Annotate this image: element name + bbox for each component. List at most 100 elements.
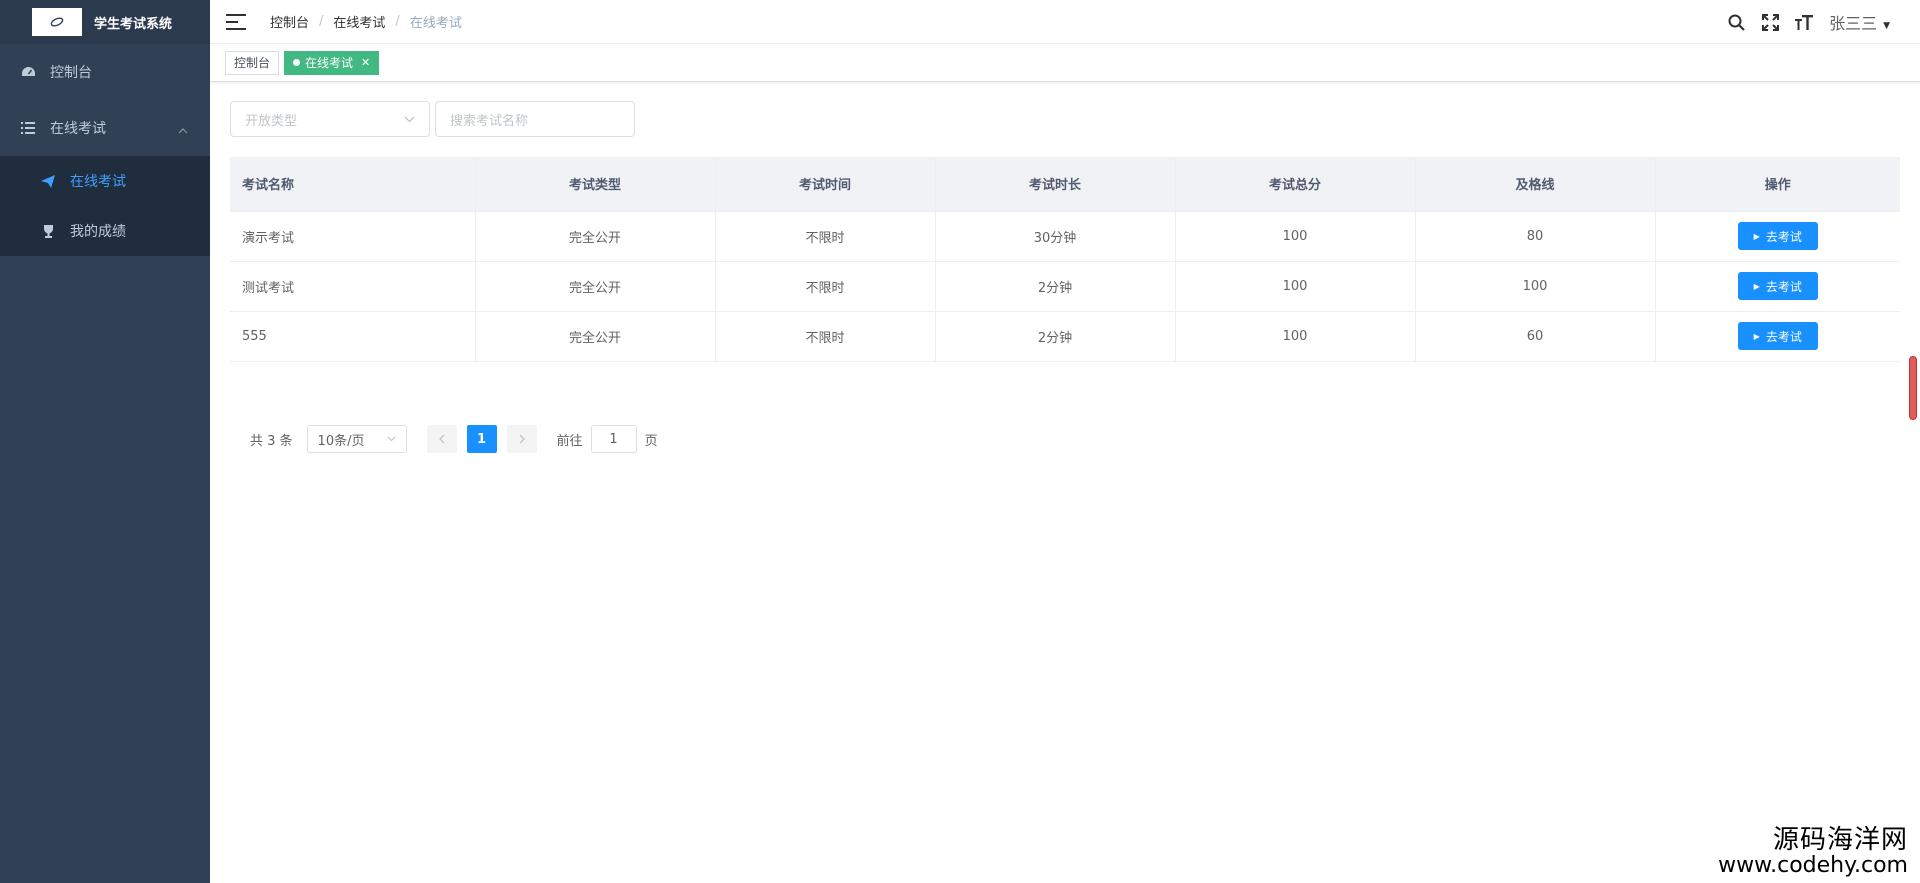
page-size-select[interactable]: 10条/页 (306, 425, 407, 453)
goto-page: 前往 1 页 (557, 425, 658, 453)
cell-pass-line: 80 (1415, 211, 1656, 262)
hamburger-icon[interactable] (226, 13, 246, 30)
cell-exam-type: 完全公开 (475, 311, 716, 362)
logo-bar: 学生考试系统 (0, 0, 210, 44)
sidebar-subitem-online-exam[interactable]: 在线考试 (0, 156, 210, 206)
chevron-up-icon (178, 122, 188, 138)
username: 张三三 (1829, 14, 1878, 33)
tag-label: 在线考试 (305, 55, 354, 70)
search-icon[interactable] (1719, 14, 1753, 31)
sidebar-item-label: 控制台 (50, 65, 92, 81)
goto-page-input[interactable]: 1 (590, 425, 637, 453)
cell-total-score: 100 (1175, 211, 1416, 262)
cell-exam-time: 不限时 (715, 311, 936, 362)
cell-exam-duration: 2分钟 (935, 261, 1176, 312)
dashboard-icon (20, 66, 36, 79)
exam-table: 考试名称 考试类型 考试时间 考试时长 考试总分 及格线 操作 演示考试 完全公… (230, 157, 1900, 362)
table-row: 演示考试 完全公开 不限时 30分钟 100 80 ▶ 去考试 (230, 211, 1900, 262)
prev-page-button[interactable] (426, 425, 457, 453)
cell-total-score: 100 (1175, 261, 1416, 312)
watermark: 源码海洋网 www.codehy.com (1718, 824, 1908, 878)
column-header: 考试名称 (230, 157, 476, 212)
next-page-button[interactable] (506, 425, 537, 453)
column-header: 操作 (1655, 157, 1900, 212)
sidebar-item-dashboard[interactable]: 控制台 (0, 44, 210, 100)
breadcrumb-item-current: 在线考试 (409, 16, 462, 31)
sidebar-item-online-exam[interactable]: 在线考试 (0, 100, 210, 156)
cell-pass-line: 100 (1415, 261, 1656, 312)
tags-view: 控制台 在线考试 ✕ (210, 44, 1920, 82)
logo-icon (50, 17, 64, 27)
logo (32, 8, 82, 36)
sidebar: 学生考试系统 控制台 在线考试 在线考试 我的成绩 (0, 0, 210, 883)
table-header-row: 考试名称 考试类型 考试时间 考试时长 考试总分 及格线 操作 (230, 157, 1900, 212)
active-dot-icon (293, 59, 301, 66)
sidebar-subitem-label: 我的成绩 (70, 224, 126, 240)
goto-label: 前往 (556, 433, 583, 449)
column-header: 考试时间 (715, 157, 936, 212)
list-icon (20, 122, 36, 134)
search-placeholder: 搜索考试名称 (450, 113, 529, 129)
sidebar-item-label: 在线考试 (50, 121, 106, 137)
take-exam-label: 去考试 (1765, 329, 1802, 344)
table-row: 555 完全公开 不限时 2分钟 100 60 ▶ 去考试 (230, 311, 1900, 362)
cell-exam-type: 完全公开 (475, 211, 716, 262)
search-input[interactable]: 搜索考试名称 (435, 101, 635, 137)
watermark-line2: www.codehy.com (1718, 852, 1908, 878)
tag-dashboard[interactable]: 控制台 (225, 50, 280, 75)
chevron-down-icon (404, 112, 415, 127)
take-exam-label: 去考试 (1765, 229, 1802, 244)
filter-bar: 开放类型 搜索考试名称 (230, 101, 635, 137)
watermark-line1: 源码海洋网 (1772, 824, 1908, 855)
caret-right-icon: ▶ (1753, 281, 1760, 291)
chevron-left-icon (438, 434, 445, 444)
table-row: 测试考试 完全公开 不限时 2分钟 100 100 ▶ 去考试 (230, 261, 1900, 312)
cell-exam-name: 演示考试 (230, 211, 476, 262)
cell-exam-name: 测试考试 (230, 261, 476, 312)
chevron-right-icon (519, 434, 525, 444)
breadcrumb: 控制台 / 在线考试 / 在线考试 (270, 12, 462, 31)
close-icon[interactable]: ✕ (361, 52, 370, 74)
cell-exam-time: 不限时 (715, 211, 936, 262)
cell-exam-type: 完全公开 (475, 261, 716, 312)
caret-right-icon: ▶ (1753, 231, 1760, 241)
breadcrumb-separator: / (319, 14, 324, 29)
column-header: 考试总分 (1175, 157, 1416, 212)
open-type-select[interactable]: 开放类型 (230, 101, 430, 137)
page-number-current[interactable]: 1 (466, 425, 497, 453)
font-size-icon[interactable] (1787, 14, 1821, 31)
pagination: 共 3 条 10条/页 1 前往 1 页 (250, 425, 658, 453)
take-exam-button[interactable]: ▶ 去考试 (1737, 272, 1818, 300)
cell-exam-name: 555 (230, 311, 476, 362)
cell-action: ▶ 去考试 (1655, 261, 1900, 312)
scrollbar-thumb[interactable] (1909, 356, 1917, 420)
caret-down-icon: ▼ (1883, 21, 1890, 31)
column-header: 考试时长 (935, 157, 1176, 212)
send-icon (40, 174, 56, 188)
page-size-value: 10条/页 (317, 433, 365, 449)
tag-online-exam[interactable]: 在线考试 ✕ (284, 50, 380, 75)
cell-exam-duration: 30分钟 (935, 211, 1176, 262)
cell-exam-duration: 2分钟 (935, 311, 1176, 362)
breadcrumb-item[interactable]: 控制台 (270, 12, 309, 31)
user-menu[interactable]: 张三三 ▼ (1829, 10, 1890, 34)
cell-total-score: 100 (1175, 311, 1416, 362)
breadcrumb-separator: / (395, 14, 400, 29)
sidebar-subitem-my-scores[interactable]: 我的成绩 (0, 206, 210, 256)
select-placeholder: 开放类型 (245, 113, 298, 129)
header: 控制台 / 在线考试 / 在线考试 张三三 ▼ (210, 0, 1920, 44)
chevron-down-icon (387, 434, 396, 445)
cell-action: ▶ 去考试 (1655, 211, 1900, 262)
breadcrumb-item[interactable]: 在线考试 (333, 12, 385, 31)
take-exam-button[interactable]: ▶ 去考试 (1737, 322, 1818, 350)
cell-pass-line: 60 (1415, 311, 1656, 362)
tag-label: 控制台 (234, 55, 271, 70)
pagination-total: 共 3 条 (250, 433, 293, 449)
column-header: 考试类型 (475, 157, 716, 212)
goto-suffix: 页 (644, 433, 658, 449)
fullscreen-icon[interactable] (1753, 13, 1787, 31)
take-exam-label: 去考试 (1765, 279, 1802, 294)
take-exam-button[interactable]: ▶ 去考试 (1737, 222, 1818, 250)
header-right: 张三三 ▼ (1719, 0, 1890, 44)
cell-exam-time: 不限时 (715, 261, 936, 312)
